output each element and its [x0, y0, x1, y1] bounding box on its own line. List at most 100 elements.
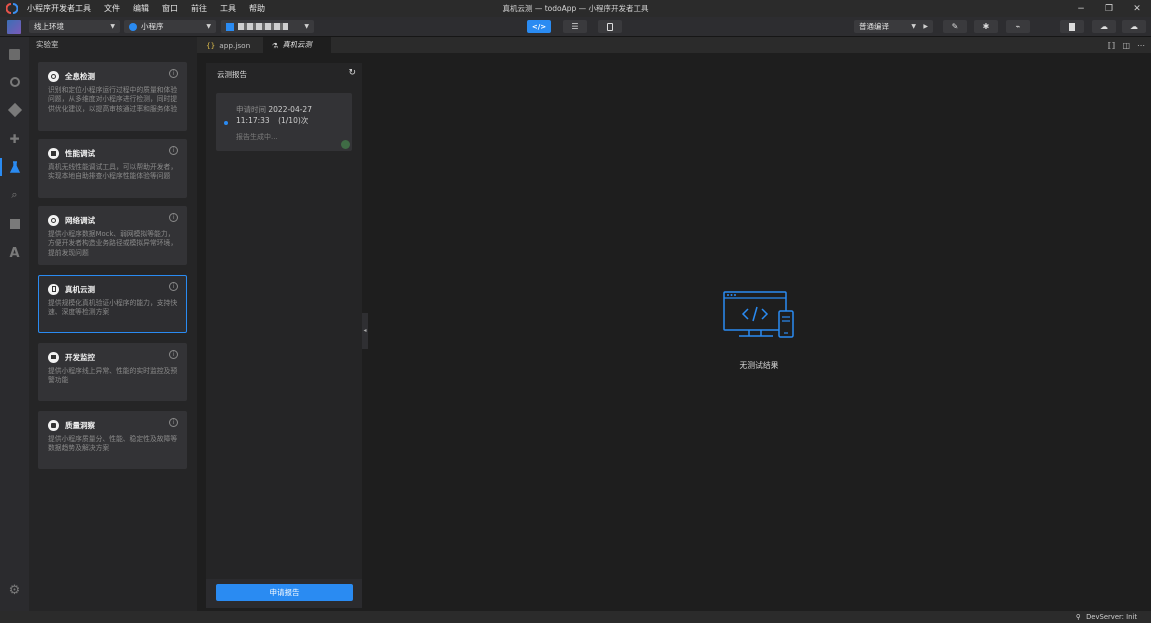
play-icon[interactable]: ▶ — [923, 20, 928, 33]
clear-cache-button[interactable]: ⌁ — [1006, 20, 1030, 33]
store-icon — [9, 219, 20, 229]
title-bar: 小程序开发者工具 文件 编辑 窗口 前往 工具 帮助 真机云测 — todoAp… — [0, 0, 1151, 17]
lab-card-title: 性能调试 — [65, 148, 95, 158]
json-icon: {} — [206, 40, 216, 50]
app-name: 小程序开发者工具 — [27, 4, 91, 13]
editor-icon — [9, 48, 20, 60]
refresh-compile-button[interactable]: ✎ — [943, 20, 967, 33]
lab-card-full-check[interactable]: 全息检测 i 识别和定位小程序运行过程中的质量和体验问题，从多维度对小程序进行检… — [38, 62, 187, 131]
activity-store[interactable] — [0, 213, 29, 235]
upload-button[interactable]: ☁ — [1092, 20, 1116, 33]
close-button[interactable]: ✕ — [1123, 0, 1151, 17]
split-preview-icon[interactable]: ⟦⟧ — [1108, 41, 1116, 50]
report-time: 11:17:33 — [236, 116, 270, 125]
debug-button[interactable]: ✱ — [974, 20, 998, 33]
cloud-dev-button[interactable]: ☁ — [1122, 20, 1146, 33]
brush-icon: ⌁ — [1015, 22, 1021, 31]
project-select[interactable]: ▼ — [221, 20, 314, 33]
info-icon[interactable]: i — [169, 350, 178, 359]
git-icon — [7, 102, 22, 118]
lab-card-desc: 提供小程序线上异常、性能的实时监控及预警功能 — [48, 367, 178, 385]
type-select[interactable]: 小程序 ▼ — [124, 20, 216, 33]
lab-card-perf[interactable]: 性能调试 i 真机无线性能调试工具，可以帮助开发者，实现本地自助排查小程序性能体… — [38, 139, 187, 198]
lab-card-cloud-test[interactable]: 真机云测 i 提供规模化真机验证小程序的能力，支持快速、深度等检测方案 — [38, 275, 187, 333]
more-icon[interactable]: ⋯ — [1137, 41, 1145, 50]
report-status: 报告生成中... — [236, 133, 278, 141]
cloud-icon: ☁ — [1130, 22, 1138, 31]
activity-settings[interactable]: ⚙ — [0, 579, 29, 601]
chevron-down-icon: ▼ — [911, 23, 916, 30]
puzzle-icon: ✚ — [9, 132, 20, 146]
lab-card-title: 开发监控 — [65, 352, 95, 362]
report-item[interactable]: 申请时间 2022-04-27 11:17:33 (1/10)次 报告生成中..… — [216, 93, 352, 151]
sliders-icon: ☰ — [571, 22, 579, 31]
report-time-label: 申请时间 — [236, 105, 266, 114]
cloud-test-view: 云测报告 ↻ 申请时间 2022-04-27 11:17:33 (1/10)次 … — [197, 53, 1151, 611]
phone-icon — [607, 22, 613, 31]
lab-card-network[interactable]: 网络调试 i 提供小程序数据Mock、弱网模拟等能力，方便开发者构造业务路径或模… — [38, 206, 187, 265]
status-dot — [224, 121, 228, 125]
activity-search[interactable] — [0, 71, 29, 93]
info-icon[interactable]: i — [169, 146, 178, 155]
insight-icon — [48, 419, 59, 431]
tab-app-json[interactable]: {} app.json — [197, 37, 263, 53]
apply-report-button[interactable]: 申请报告 — [216, 584, 353, 601]
menu-edit[interactable]: 编辑 — [133, 3, 149, 14]
lab-card-title: 质量洞察 — [65, 420, 95, 430]
menu-tools[interactable]: 工具 — [220, 3, 236, 14]
report-count: (1/10)次 — [278, 116, 309, 125]
info-icon[interactable]: i — [169, 69, 178, 78]
inspect-icon: ⌕ — [11, 188, 18, 201]
activity-lab[interactable] — [0, 156, 29, 178]
simulator-button[interactable] — [598, 20, 622, 33]
version-button[interactable] — [1060, 20, 1084, 33]
activity-bar: ✚ ⌕ A ⚙ — [0, 37, 29, 611]
lab-card-desc: 真机无线性能调试工具，可以帮助开发者，实现本地自助排查小程序性能体验等问题 — [48, 163, 178, 181]
panel-title: 实验室 — [36, 40, 59, 49]
env-select-label: 线上环境 — [34, 22, 64, 31]
info-icon[interactable]: i — [169, 282, 178, 291]
activity-editor[interactable] — [0, 43, 29, 65]
miniprogram-icon — [129, 22, 137, 31]
split-editor-icon[interactable]: ◫ — [1122, 41, 1130, 50]
compile-mode-select[interactable]: 普通编译 ▼ ▶ — [854, 20, 933, 33]
restore-button[interactable]: ❐ — [1095, 0, 1123, 17]
report-footer: 申请报告 — [206, 579, 362, 608]
env-select[interactable]: 线上环境 ▼ — [29, 20, 120, 33]
status-bar: ⚲ DevServer: Init — [0, 611, 1151, 623]
app-logo-icon — [5, 3, 19, 15]
project-icon — [226, 22, 234, 31]
gear-icon: ⚙ — [8, 582, 21, 598]
status-badge — [341, 140, 350, 149]
info-icon[interactable]: i — [169, 213, 178, 222]
activity-inspect[interactable]: ⌕ — [0, 184, 29, 206]
avatar[interactable] — [7, 20, 21, 34]
toolbar: 线上环境 ▼ 小程序 ▼ ▼ </> ☰ 普通编译 ▼ ▶ ✎ ✱ ⌁ ☁ ☁ — [0, 17, 1151, 37]
type-select-label: 小程序 — [141, 22, 164, 31]
activity-git[interactable] — [0, 99, 29, 121]
scan-icon — [48, 70, 59, 82]
debugger-button[interactable]: ☰ — [563, 20, 587, 33]
info-icon[interactable]: i — [169, 418, 178, 427]
lab-card-monitor[interactable]: 开发监控 i 提供小程序线上异常、性能的实时监控及预警功能 — [38, 343, 187, 401]
flask-icon — [9, 161, 20, 173]
lab-card-desc: 提供小程序数据Mock、弱网模拟等能力，方便开发者构造业务路径或模拟异常环境，提… — [48, 230, 178, 257]
refresh-icon[interactable]: ↻ — [348, 68, 356, 78]
devserver-status[interactable]: ⚲ DevServer: Init — [1076, 611, 1137, 623]
monitor-icon — [48, 351, 59, 363]
chevron-down-icon: ▼ — [304, 23, 309, 30]
menu-file[interactable]: 文件 — [104, 3, 120, 14]
activity-a11y[interactable]: A — [0, 242, 29, 264]
edit-icon: ✎ — [951, 22, 959, 31]
minimize-button[interactable]: − — [1067, 0, 1095, 17]
code-view-button[interactable]: </> — [527, 20, 551, 33]
flask-icon: ⚗ — [272, 40, 279, 50]
activity-extensions[interactable]: ✚ — [0, 128, 29, 150]
menu-window[interactable]: 窗口 — [162, 3, 178, 14]
menu-goto[interactable]: 前往 — [191, 3, 207, 14]
editor-tabs: {} app.json ⚗ 真机云测 ⟦⟧ ◫ ⋯ — [197, 37, 1151, 53]
tab-cloud-test[interactable]: ⚗ 真机云测 — [263, 37, 331, 53]
lab-card-insight[interactable]: 质量洞察 i 提供小程序质量分、性能、稳定性及故障等数据趋势及解决方案 — [38, 411, 187, 469]
menu-help[interactable]: 帮助 — [249, 3, 265, 14]
collapse-panel-handle[interactable]: ◂ — [362, 313, 368, 349]
